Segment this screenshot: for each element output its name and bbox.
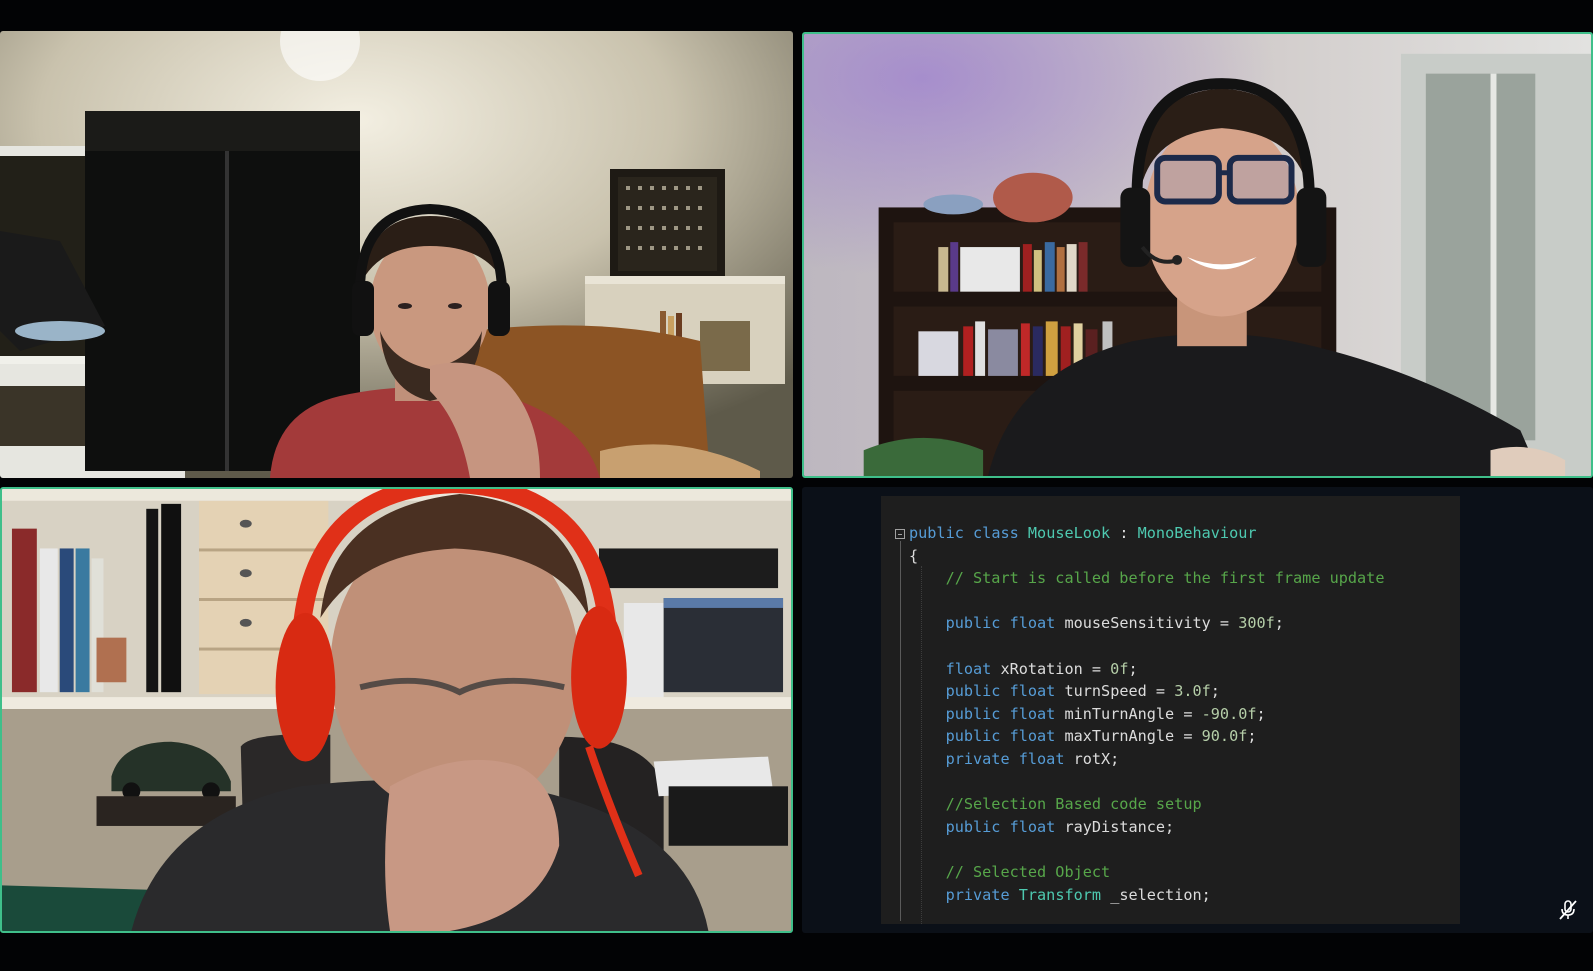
code-line: private Transform _selection; [945, 885, 1211, 904]
collapse-region-icon[interactable] [895, 529, 905, 539]
code-line: public float rayDistance; [945, 817, 1175, 836]
participant-1-video [0, 31, 793, 478]
code-line: float xRotation = 0f; [945, 659, 1138, 678]
video-call-grid: public class MouseLook : MonoBehaviour{ … [0, 0, 1593, 971]
code-text[interactable]: public class MouseLook : MonoBehaviour{ … [909, 522, 1384, 906]
code-line: public class MouseLook : MonoBehaviour [909, 524, 1257, 542]
code-line: //Selection Based code setup [945, 795, 1202, 814]
participant-3-video [2, 489, 791, 931]
mic-off-icon [1559, 900, 1577, 920]
code-editor[interactable]: public class MouseLook : MonoBehaviour{ … [881, 496, 1460, 924]
code-line: private float rotX; [945, 749, 1120, 768]
code-line: public float mouseSensitivity = 300f; [945, 614, 1284, 633]
code-line: public float maxTurnAngle = 90.0f; [945, 727, 1257, 746]
code-line: { [909, 546, 919, 565]
screen-share-tile[interactable]: public class MouseLook : MonoBehaviour{ … [802, 487, 1593, 933]
participant-video-tile-2[interactable] [802, 32, 1593, 478]
participant-2-video [804, 34, 1591, 476]
code-line: public float turnSpeed = 3.0f; [945, 682, 1220, 701]
fold-guide-line [900, 541, 901, 921]
participant-video-tile-1[interactable] [0, 31, 793, 478]
code-line: // Start is called before the first fram… [945, 569, 1385, 588]
code-line: public float minTurnAngle = -90.0f; [945, 704, 1266, 723]
participant-video-tile-3[interactable] [0, 487, 793, 933]
code-line: // Selected Object [945, 862, 1111, 881]
